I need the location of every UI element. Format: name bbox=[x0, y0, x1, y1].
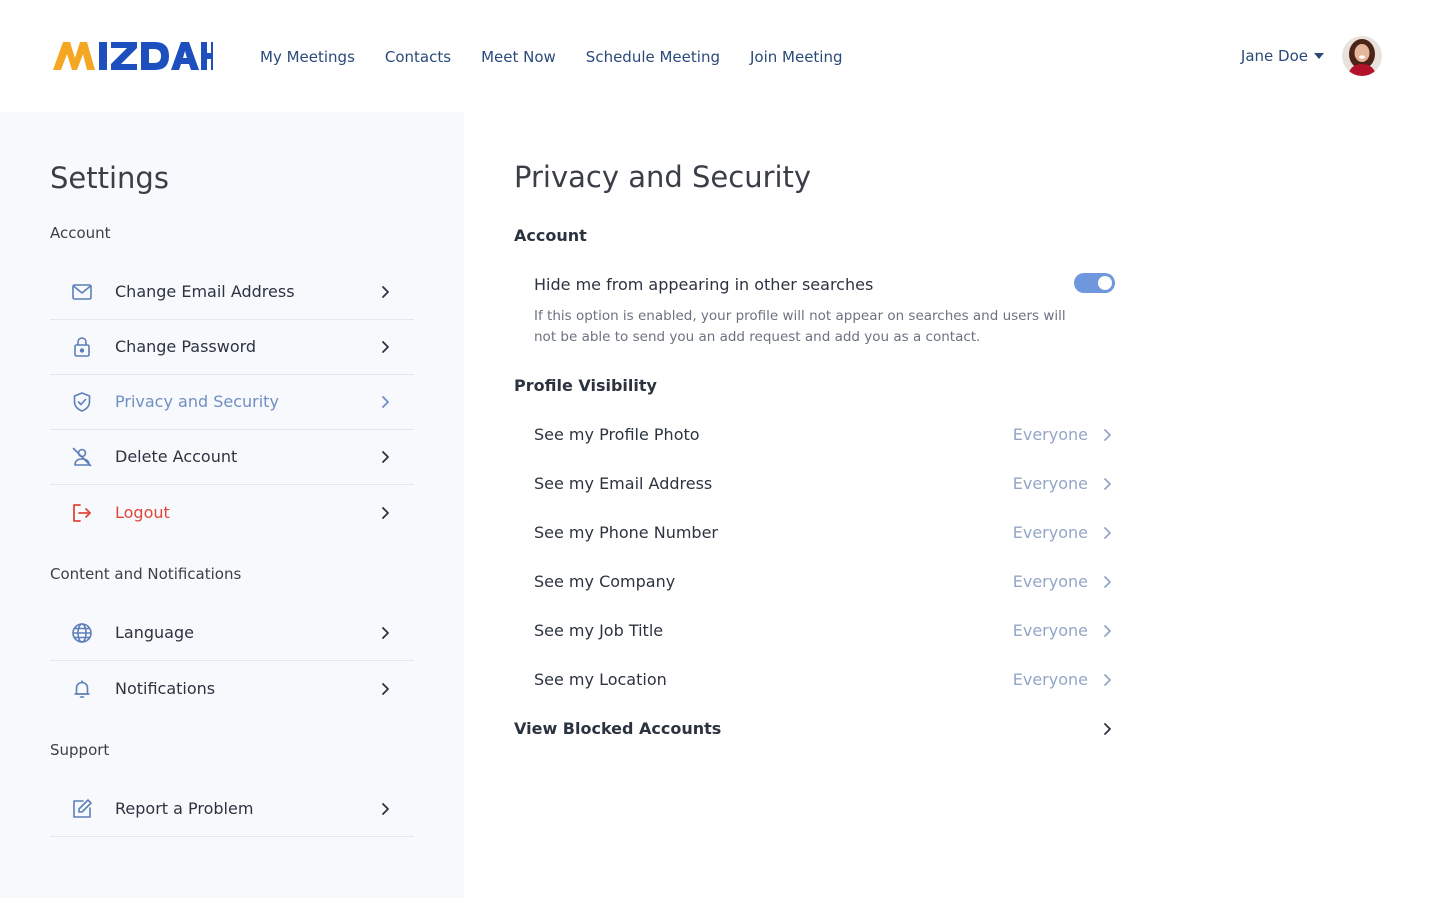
user-name[interactable]: Jane Doe bbox=[1241, 46, 1308, 66]
chevron-right-icon bbox=[382, 803, 389, 815]
nav-contacts[interactable]: Contacts bbox=[385, 47, 451, 67]
sidebar-item-label: Change Password bbox=[115, 337, 257, 356]
visibility-row-value: Everyone bbox=[1012, 523, 1088, 542]
globe-icon bbox=[72, 623, 92, 643]
nav-schedule-meeting[interactable]: Schedule Meeting bbox=[586, 47, 720, 67]
visibility-row-label: See my Location bbox=[534, 670, 667, 689]
chevron-right-icon bbox=[1104, 674, 1111, 686]
visibility-row-label: See my Phone Number bbox=[534, 523, 718, 542]
section-heading-account: Account bbox=[514, 226, 587, 245]
nav-meet-now[interactable]: Meet Now bbox=[481, 47, 556, 67]
chevron-right-icon bbox=[382, 627, 389, 639]
chevron-right-icon bbox=[382, 451, 389, 463]
hide-from-search-label: Hide me from appearing in other searches bbox=[534, 275, 874, 294]
lock-icon bbox=[74, 337, 90, 357]
nav-join-meeting[interactable]: Join Meeting bbox=[750, 47, 843, 67]
sidebar-item-logout[interactable]: Logout bbox=[50, 485, 414, 540]
edit-icon bbox=[73, 799, 92, 818]
sidebar-item-delete-account[interactable]: Delete Account bbox=[50, 430, 414, 485]
visibility-row-label: See my Profile Photo bbox=[534, 425, 700, 444]
visibility-row-value: Everyone bbox=[1012, 670, 1088, 689]
sidebar-item-change-email[interactable]: Change Email Address bbox=[50, 265, 414, 320]
chevron-right-icon bbox=[1104, 429, 1111, 441]
chevron-right-icon bbox=[1104, 527, 1111, 539]
sidebar-item-change-password[interactable]: Change Password bbox=[50, 320, 414, 375]
shield-check-icon bbox=[73, 392, 91, 412]
chevron-right-icon bbox=[382, 396, 389, 408]
user-off-icon bbox=[72, 447, 92, 467]
visibility-row-value: Everyone bbox=[1012, 474, 1088, 493]
sidebar-item-label: Notifications bbox=[115, 678, 216, 698]
chevron-right-icon bbox=[1104, 478, 1111, 490]
bell-icon bbox=[74, 679, 90, 698]
sidebar-item-report-problem[interactable]: Report a Problem bbox=[50, 782, 414, 837]
chevron-right-icon bbox=[1104, 625, 1111, 637]
sidebar-item-label: Logout bbox=[115, 502, 170, 522]
visibility-row-phone[interactable]: See my Phone Number Everyone bbox=[514, 513, 1114, 553]
visibility-row-location[interactable]: See my Location Everyone bbox=[514, 660, 1114, 700]
sidebar-item-language[interactable]: Language bbox=[50, 606, 414, 661]
section-heading-profile-visibility: Profile Visibility bbox=[514, 376, 657, 395]
visibility-row-label: See my Job Title bbox=[534, 621, 664, 640]
sidebar-section-support: Support bbox=[50, 741, 110, 759]
visibility-row-email[interactable]: See my Email Address Everyone bbox=[514, 464, 1114, 504]
sidebar-item-notifications[interactable]: Notifications bbox=[50, 661, 414, 716]
hide-from-search-toggle[interactable] bbox=[1074, 273, 1115, 293]
settings-sidebar: Settings Account Change Email Address Ch… bbox=[0, 112, 464, 898]
sidebar-title: Settings bbox=[50, 161, 169, 195]
page-title: Privacy and Security bbox=[514, 160, 812, 194]
chevron-right-icon bbox=[382, 506, 389, 519]
avatar[interactable] bbox=[1342, 36, 1382, 76]
sidebar-section-content-notifications: Content and Notifications bbox=[50, 565, 242, 583]
view-blocked-accounts-label: View Blocked Accounts bbox=[514, 719, 722, 738]
sidebar-item-privacy-security[interactable]: Privacy and Security bbox=[50, 375, 414, 430]
mizdah-logo[interactable] bbox=[51, 38, 213, 74]
sidebar-section-account: Account bbox=[50, 224, 111, 242]
sidebar-item-label: Privacy and Security bbox=[115, 392, 279, 411]
sidebar-item-label: Delete Account bbox=[115, 447, 238, 466]
mail-icon bbox=[72, 284, 92, 300]
visibility-row-label: See my Email Address bbox=[534, 474, 713, 493]
sidebar-item-label: Change Email Address bbox=[115, 282, 295, 301]
visibility-row-value: Everyone bbox=[1012, 572, 1088, 591]
visibility-row-job-title[interactable]: See my Job Title Everyone bbox=[514, 611, 1114, 651]
main-nav: My Meetings Contacts Meet Now Schedule M… bbox=[260, 47, 873, 67]
caret-down-icon[interactable] bbox=[1314, 53, 1324, 59]
chevron-right-icon bbox=[1104, 723, 1111, 735]
visibility-row-company[interactable]: See my Company Everyone bbox=[514, 562, 1114, 602]
chevron-right-icon bbox=[382, 341, 389, 353]
sidebar-item-label: Language bbox=[115, 623, 194, 642]
chevron-right-icon bbox=[382, 682, 389, 695]
nav-my-meetings[interactable]: My Meetings bbox=[260, 47, 355, 67]
visibility-row-value: Everyone bbox=[1012, 425, 1088, 444]
visibility-row-label: See my Company bbox=[534, 572, 676, 591]
view-blocked-accounts[interactable]: View Blocked Accounts bbox=[514, 708, 1114, 748]
hide-from-search-description: If this option is enabled, your profile … bbox=[534, 308, 1066, 345]
user-menu[interactable]: Jane Doe bbox=[1241, 36, 1382, 76]
chevron-right-icon bbox=[1104, 576, 1111, 588]
toggle-knob bbox=[1098, 276, 1112, 290]
sidebar-item-label: Report a Problem bbox=[115, 799, 254, 818]
top-navigation-bar: My Meetings Contacts Meet Now Schedule M… bbox=[0, 0, 1432, 112]
chevron-right-icon bbox=[382, 286, 389, 298]
visibility-row-profile-photo[interactable]: See my Profile Photo Everyone bbox=[514, 415, 1114, 455]
visibility-row-value: Everyone bbox=[1012, 621, 1088, 640]
logout-icon bbox=[73, 503, 91, 522]
